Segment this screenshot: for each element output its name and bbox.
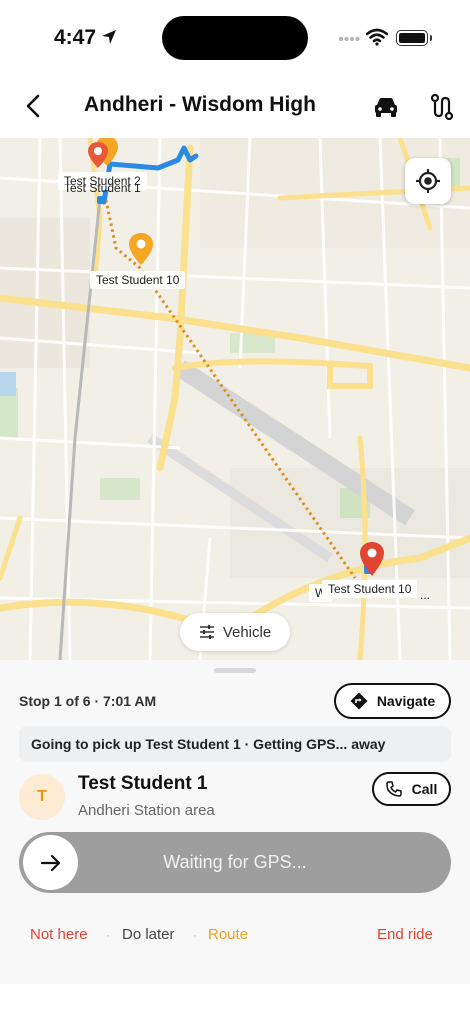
end-ride-button[interactable]: End ride <box>377 926 433 943</box>
call-button[interactable]: Call <box>372 772 451 806</box>
ride-bottom-sheet: Stop 1 of 6 · 7:01 AM Navigate Going to … <box>0 660 470 984</box>
map-label-student-10: Test Student 10 <box>90 271 186 289</box>
map-view[interactable]: Test Student 2 Test Student 1 Test Stude… <box>0 138 470 660</box>
arrow-right-icon <box>40 854 60 871</box>
location-arrow-icon <box>102 30 116 44</box>
vehicle-chip-label: Vehicle <box>222 623 272 641</box>
map-pin-destination[interactable] <box>359 541 385 577</box>
swipe-to-confirm-slider[interactable]: Waiting for GPS... <box>19 832 451 893</box>
signal-dots-icon <box>338 36 360 42</box>
avatar: T <box>19 774 65 820</box>
do-later-button[interactable]: Do later <box>122 926 175 943</box>
map-label-student-1: Test Student 1 <box>64 184 141 195</box>
separator-dot: · <box>106 928 110 942</box>
student-name: Test Student 1 <box>78 773 208 794</box>
vehicle-chip[interactable]: Vehicle <box>180 613 290 651</box>
directions-icon <box>350 692 368 710</box>
back-button[interactable] <box>18 90 50 122</box>
chevron-left-icon <box>26 94 40 118</box>
separator-dot: · <box>193 928 197 942</box>
sheet-drag-handle[interactable] <box>214 668 256 673</box>
map-pin-student-2[interactable] <box>86 138 120 174</box>
phone-icon <box>385 781 402 797</box>
locate-me-button[interactable] <box>405 158 451 204</box>
map-label-ellipsis: ... <box>420 588 431 602</box>
stop-info: Stop 1 of 6 · 7:01 AM <box>19 693 157 709</box>
navigate-button[interactable]: Navigate <box>334 683 451 719</box>
route-button[interactable] <box>426 91 458 123</box>
crosshair-icon <box>416 169 440 193</box>
map-pin-student-10[interactable] <box>128 232 154 266</box>
call-label: Call <box>411 781 438 797</box>
route-link[interactable]: Route <box>208 926 248 943</box>
not-here-button[interactable]: Not here <box>30 926 88 943</box>
route-icon <box>430 94 454 120</box>
student-area: Andheri Station area <box>78 802 215 819</box>
car-icon <box>375 98 397 117</box>
sliders-icon <box>199 625 214 639</box>
status-time: 4:47 <box>54 26 97 49</box>
vehicle-button[interactable] <box>370 91 402 123</box>
status-bar: 4:47 <box>0 0 470 78</box>
page-title: Andheri - Wisdom High <box>84 93 316 116</box>
battery-icon <box>396 30 432 46</box>
map-label-destination: Test Student 10 <box>322 580 418 598</box>
slider-thumb[interactable] <box>23 835 78 890</box>
dynamic-island <box>162 16 308 60</box>
status-banner: Going to pick up Test Student 1 · Gettin… <box>19 726 451 762</box>
ride-actions: Not here · Do later · Route End ride <box>0 926 470 946</box>
slider-text: Waiting for GPS... <box>163 852 307 872</box>
wifi-icon <box>366 28 388 46</box>
navigate-label: Navigate <box>376 693 436 709</box>
home-indicator-area <box>0 984 470 1024</box>
header: Andheri - Wisdom High <box>0 78 470 138</box>
